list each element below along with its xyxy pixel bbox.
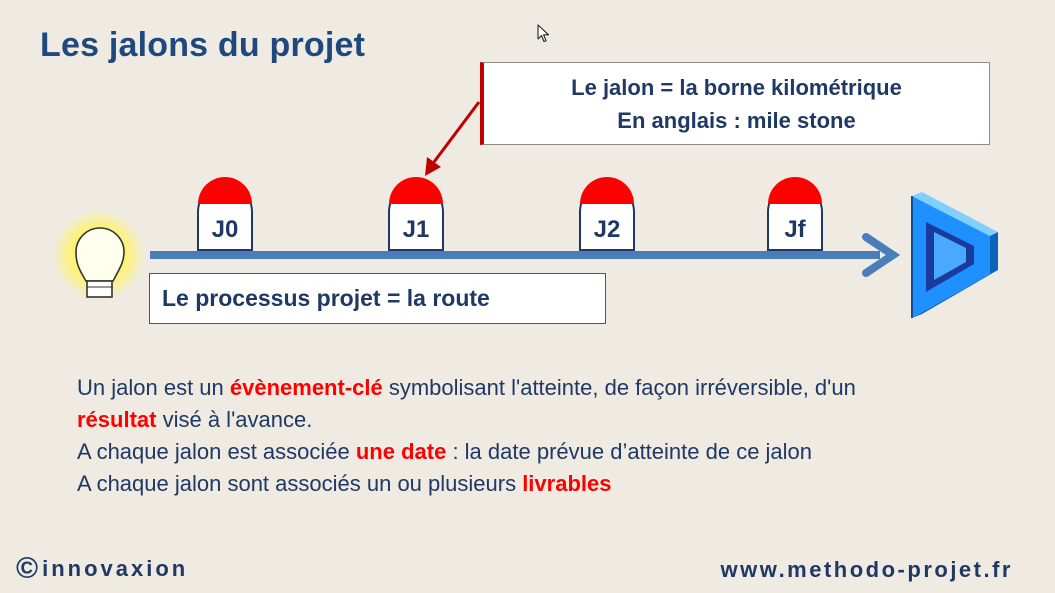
milestone-description: Un jalon est un évènement-clé symbolisan…: [77, 372, 997, 500]
description-text: Un jalon est un: [77, 375, 230, 400]
description-line-2: résultat visé à l'avance.: [77, 404, 997, 436]
description-line-3: A chaque jalon est associée une date : l…: [77, 436, 997, 468]
brand-name: innovaxion: [42, 556, 189, 581]
footer-url: www.methodo-projet.fr: [720, 557, 1013, 582]
lightbulb-icon: [53, 209, 145, 301]
milestone-label-jf: Jf: [784, 216, 806, 243]
mouse-cursor-icon: [537, 24, 550, 43]
milestone-label-j2: J2: [593, 216, 621, 243]
footer-copyright: © innovaxion: [16, 552, 188, 586]
keyword-livrables: livrables: [522, 471, 612, 496]
description-line-4: A chaque jalon sont associés un ou plusi…: [77, 468, 997, 500]
copyright-symbol: ©: [16, 552, 39, 585]
description-line-1: Un jalon est un évènement-clé symbolisan…: [77, 372, 997, 404]
description-text: A chaque jalon sont associés un ou plusi…: [77, 471, 523, 496]
callout-pointer-arrow: [425, 101, 481, 176]
description-text: visé à l'avance.: [156, 407, 313, 432]
keyword-une-date: une date: [355, 439, 447, 464]
goal-frame-icon: [911, 192, 998, 318]
milestone-label-j0: J0: [211, 216, 239, 243]
description-text: symbolisant l'atteinte, de façon irréver…: [382, 375, 856, 400]
description-text: : la date prévue d’atteinte de ce jalon: [446, 439, 813, 464]
description-text: A chaque jalon est associée: [77, 439, 356, 464]
keyword-evenement-cle: évènement-clé: [229, 375, 383, 400]
milestone-label-j1: J1: [402, 216, 430, 243]
route-label-box: Le processus projet = la route: [149, 273, 606, 324]
keyword-resultat: résultat: [77, 407, 157, 432]
